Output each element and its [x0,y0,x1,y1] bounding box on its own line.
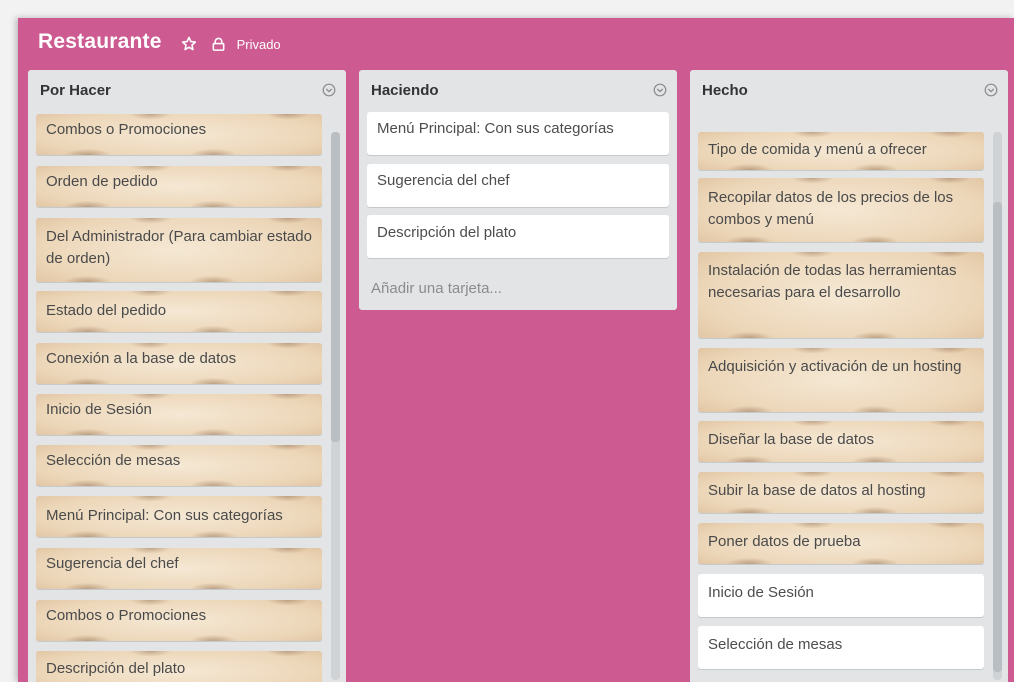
list-item[interactable]: Recopilar datos de los precios de los co… [698,178,984,242]
scrollbar-thumb[interactable] [331,132,340,442]
list-item[interactable]: Menú Principal: Con sus categorías [367,112,669,155]
lock-icon [210,35,228,53]
card-title: Poner datos de prueba [708,533,861,550]
list-item[interactable]: Subir la base de datos al hosting [698,472,984,513]
card-title: Descripción del plato [377,224,517,241]
card-title: Subir la base de datos al hosting [708,482,926,499]
list-item[interactable]: Del Administrador (Para cambiar estado d… [36,218,322,282]
list-haciendo: Haciendo Menú Principal: Con sus categor… [359,70,677,310]
card-title: Estado del pedido [46,302,167,319]
list-header: Hecho [690,70,1008,110]
privacy-label: Privado [236,36,281,52]
add-card-link[interactable]: Añadir una tarjeta... [371,280,502,297]
chevron-circle-icon[interactable] [984,83,998,97]
card-title: Menú Principal: Con sus categorías [46,507,283,524]
list-item[interactable]: Inicio de Sesión [698,574,984,617]
card-title: Conexión a la base de datos [46,350,237,367]
scrollbar-thumb[interactable] [993,202,1002,672]
card-list: Tipo de comida y menú a ofrecer Recopila… [698,112,984,682]
list-item[interactable]: Estado del pedido [36,291,322,332]
card-title: Diseñar la base de datos [708,431,874,448]
list-item[interactable]: Sugerencia del chef [36,548,322,589]
card-title: Selección de mesas [46,452,181,469]
list-item[interactable]: Sugerencia del chef [367,164,669,207]
list-item[interactable]: Diseñar la base de datos [698,421,984,462]
chevron-circle-icon[interactable] [653,83,667,97]
chevron-circle-icon[interactable] [322,83,336,97]
list-item[interactable]: Orden de pedido [36,166,322,207]
scrollbar[interactable] [331,132,340,680]
list-item[interactable]: Conexión a la base de datos [36,343,322,384]
card-title: Inicio de Sesión [46,401,152,418]
list-header: Por Hacer [28,70,346,110]
list-title[interactable]: Haciendo [371,82,439,99]
list-item[interactable]: Descripción del plato [36,651,322,682]
card-title: Orden de pedido [46,173,158,190]
card-title: Inicio de Sesión [708,584,814,601]
card-title: Menú Principal: Con sus categorías [377,120,614,137]
star-icon[interactable] [180,35,198,53]
card-list: Menú Principal: Con sus categorías Suger… [367,112,669,262]
app-frame: Restaurante Privado Por Hacer Combos o P… [0,0,1014,682]
privacy-button[interactable]: Privado [210,35,281,53]
list-title[interactable]: Hecho [702,82,748,99]
list-item[interactable]: Descripción del plato [367,215,669,258]
card-title: Adquisición y activación de un hosting [708,358,962,375]
list-item[interactable]: Poner datos de prueba [698,523,984,564]
list-item[interactable]: Combos o Promociones [36,114,322,155]
card-title: Tipo de comida y menú a ofrecer [708,141,927,158]
card-title: Instalación de todas las herramientas ne… [708,262,957,301]
card-title: Recopilar datos de los precios de los co… [708,189,954,228]
card-title: Sugerencia del chef [377,172,510,189]
board: Restaurante Privado Por Hacer Combos o P… [18,18,1014,682]
list-header: Haciendo [359,70,677,110]
list-item[interactable]: Selección de mesas [698,626,984,669]
list-item[interactable]: Tipo de comida y menú a ofrecer [698,132,984,170]
list-por-hacer: Por Hacer Combos o Promociones Orden de … [28,70,346,682]
card-title: Sugerencia del chef [46,555,179,572]
card-title: Combos o Promociones [46,121,207,138]
board-header: Restaurante Privado [18,18,1014,70]
card-title: Descripción del plato [46,660,186,677]
card-title: Del Administrador (Para cambiar estado d… [46,228,312,267]
list-item[interactable]: Selección de mesas [36,445,322,486]
list-item[interactable]: Combos o Promociones [36,600,322,641]
list-hecho: Hecho Tipo de comida y menú a ofrecer Re… [690,70,1008,682]
list-item[interactable]: Instalación de todas las herramientas ne… [698,252,984,338]
list-item[interactable]: Menú Principal: Con sus categorías [36,496,322,537]
scrollbar[interactable] [993,132,1002,680]
list-title[interactable]: Por Hacer [40,82,111,99]
list-item[interactable]: Inicio de Sesión [36,394,322,435]
board-title[interactable]: Restaurante [38,30,162,58]
list-item[interactable]: Adquisición y activación de un hosting [698,348,984,412]
card-title: Combos o Promociones [46,607,207,624]
card-title: Selección de mesas [708,636,843,653]
card-list: Combos o Promociones Orden de pedido Del… [36,114,322,682]
